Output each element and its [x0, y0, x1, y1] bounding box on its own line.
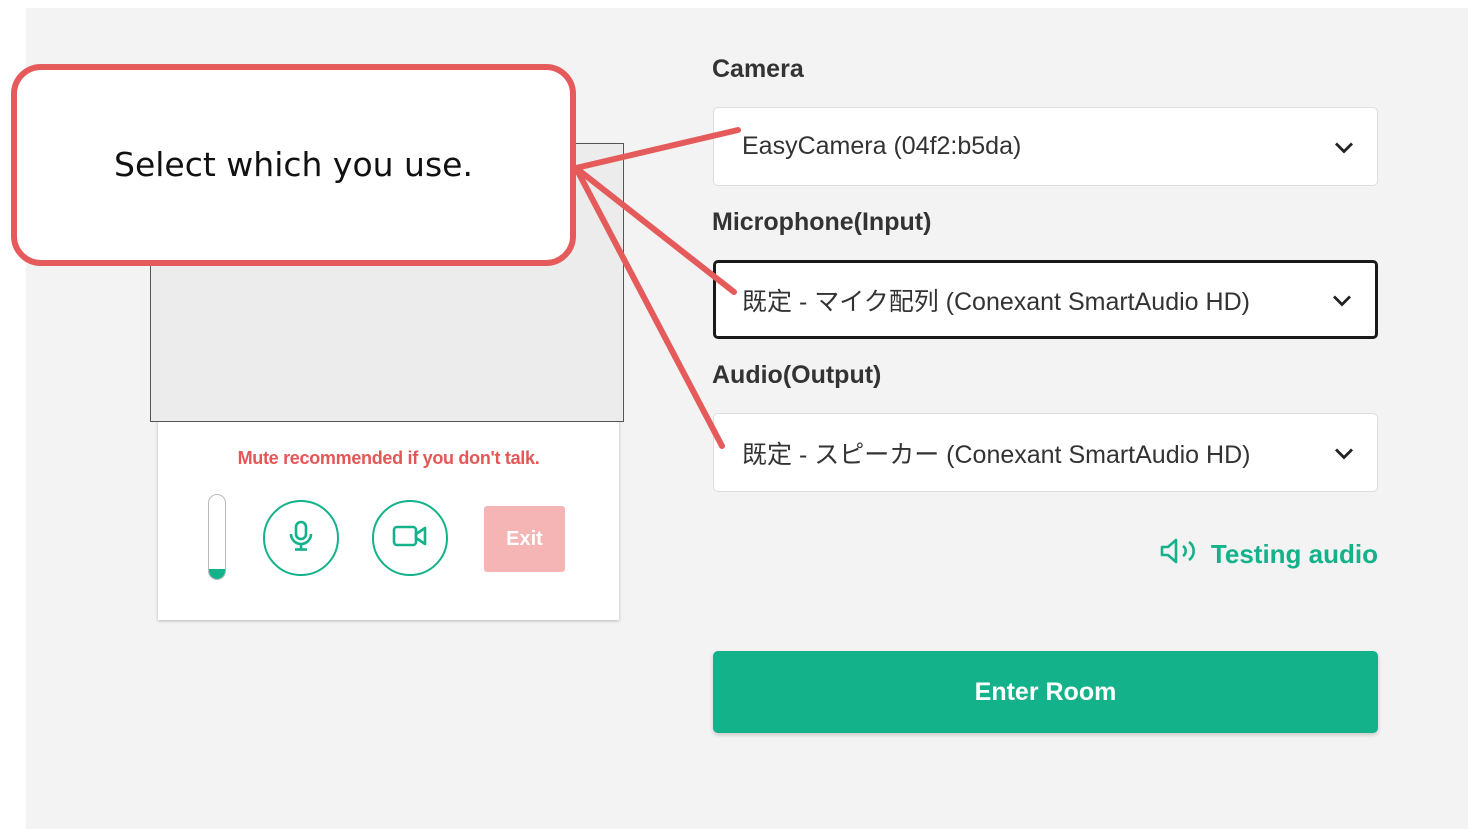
testing-audio-label: Testing audio: [1210, 539, 1378, 569]
microphone-select[interactable]: 既定 - マイク配列 (Conexant SmartAudio HD): [713, 260, 1378, 339]
mute-recommendation: Mute recommended if you don't talk.: [237, 448, 540, 468]
camera-select[interactable]: EasyCamera (04f2:b5da): [713, 107, 1378, 186]
enter-room-button[interactable]: Enter Room: [713, 651, 1378, 733]
instruction-callout: Select which you use.: [11, 64, 576, 266]
mic-toggle-button[interactable]: [263, 500, 339, 576]
exit-button[interactable]: Exit: [484, 506, 565, 572]
chevron-down-icon: [1331, 285, 1353, 314]
microphone-select-value: 既定 - マイク配列 (Conexant SmartAudio HD): [742, 287, 1250, 316]
audio-output-select[interactable]: 既定 - スピーカー (Conexant SmartAudio HD): [713, 413, 1378, 492]
mic-level-meter: [208, 494, 226, 580]
callout-text: Select which you use.: [114, 144, 473, 184]
camera-label: Camera: [712, 55, 804, 83]
camera-toggle-button[interactable]: [372, 500, 448, 576]
audio-output-select-value: 既定 - スピーカー (Conexant SmartAudio HD): [742, 440, 1251, 469]
microphone-label: Microphone(Input): [712, 208, 932, 236]
mic-level-fill: [209, 568, 225, 579]
chevron-down-icon: [1333, 132, 1355, 161]
testing-audio-link[interactable]: Testing audio: [1159, 536, 1378, 573]
microphone-icon: [288, 520, 314, 557]
video-camera-icon: [392, 524, 428, 553]
audio-output-label: Audio(Output): [712, 361, 882, 389]
camera-select-value: EasyCamera (04f2:b5da): [742, 132, 1022, 160]
chevron-down-icon: [1333, 438, 1355, 467]
speaker-icon: [1159, 536, 1203, 573]
